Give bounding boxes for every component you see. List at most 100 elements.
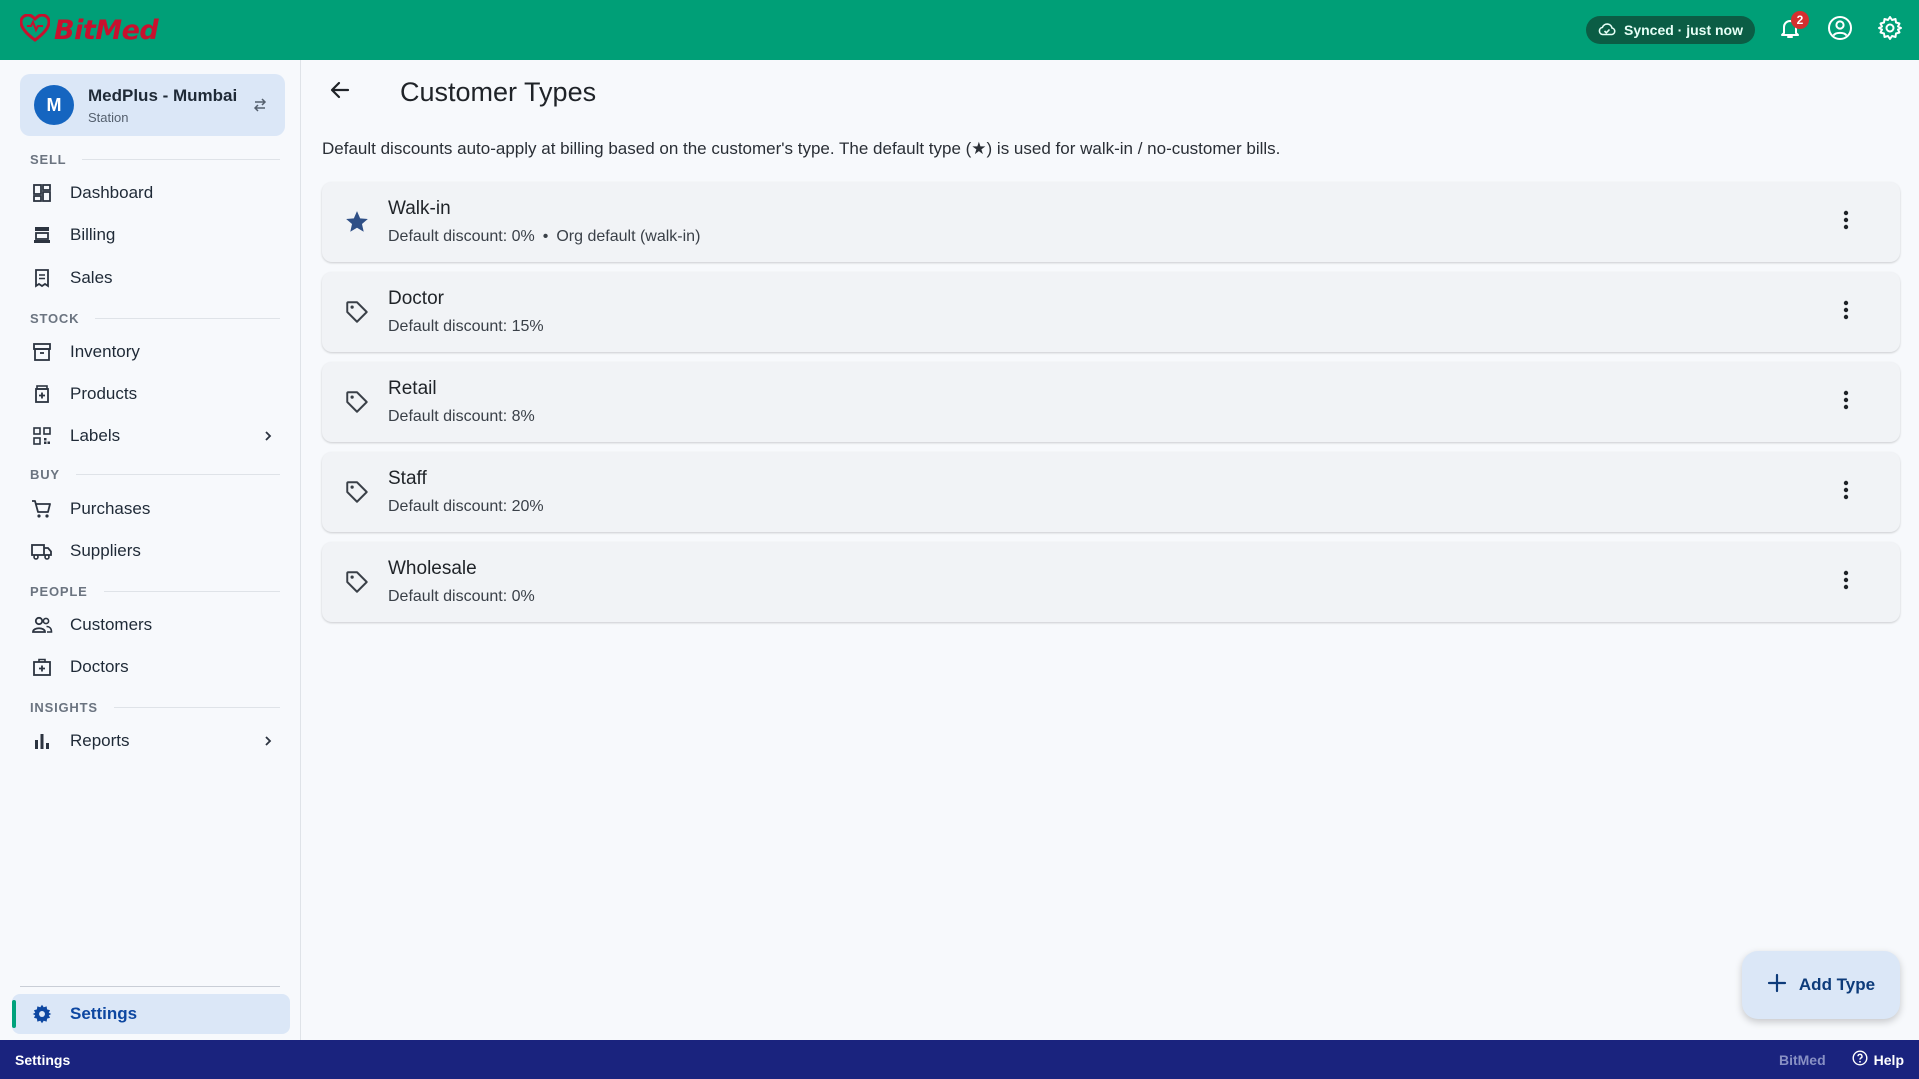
more-vertical-icon [1843,210,1849,235]
customer-type-discount: Default discount: 15% [388,318,544,335]
app-brand-name: BitMed [54,14,159,46]
more-options-button[interactable] [1828,474,1864,510]
customer-type-row-staff[interactable]: Staff Default discount: 20% [322,452,1900,532]
gear-icon [1877,15,1903,46]
customer-type-name: Doctor [388,288,444,309]
sidebar-item-label: Customers [70,615,153,634]
sidebar-item-purchases[interactable]: Purchases [20,490,290,528]
customer-type-row-walk-in[interactable]: Walk-in Default discount: 0% • Org default… [322,182,1900,262]
station-subtitle: Station [88,109,129,125]
account-button[interactable] [1825,15,1855,45]
notifications-button[interactable]: 2 [1775,11,1809,45]
sidebar-item-label: Purchases [70,499,151,518]
back-button[interactable] [322,74,358,110]
section-label-sell: SELL [30,152,280,167]
sidebar-item-reports[interactable]: Reports [20,722,290,760]
customer-type-row-wholesale[interactable]: Wholesale Default discount: 0% [322,542,1900,622]
chevron-right-icon [258,426,278,446]
sidebar-item-label: Settings [70,1004,138,1023]
notification-count-badge: 2 [1791,11,1809,29]
cart-icon [30,497,54,521]
truck-icon [30,539,54,563]
more-options-button[interactable] [1828,294,1864,330]
bar-chart-icon [30,729,54,753]
sidebar-item-label: Reports [70,731,130,750]
tag-icon [342,477,372,507]
more-vertical-icon [1843,480,1849,505]
dashboard-icon [30,181,54,205]
sidebar-item-labels[interactable]: Labels [20,417,290,455]
sidebar-divider [20,986,280,987]
top-app-bar: BitMed Synced · just now 2 [0,0,1919,60]
chevron-right-icon [258,731,278,751]
arrow-left-icon [328,78,352,107]
sidebar-item-suppliers[interactable]: Suppliers [20,532,290,570]
swap-icon[interactable] [249,94,271,116]
sidebar-item-label: Billing [70,225,116,244]
page-description: Default discounts auto-apply at billing … [322,139,1281,158]
help-link[interactable]: Help [1852,1050,1904,1069]
customer-type-discount: Default discount: 0% [388,228,535,245]
customer-type-row-doctor[interactable]: Doctor Default discount: 15% [322,272,1900,352]
sidebar-item-label: Products [70,384,138,403]
status-bar: Settings BitMed Help [0,1040,1919,1079]
sidebar-item-label: Sales [70,268,113,287]
sync-status-text: Synced · just now [1623,22,1743,38]
add-type-label: Add Type [1798,975,1876,994]
status-bar-section: Settings [15,1051,71,1068]
sync-status-chip[interactable]: Synced · just now [1585,16,1755,44]
sidebar-item-label: Labels [70,426,121,445]
sidebar-item-label: Dashboard [70,183,154,202]
sidebar-item-customers[interactable]: Customers [20,606,290,644]
default-type-note: Org default (walk-in) [556,228,701,245]
more-options-button[interactable] [1828,204,1864,240]
station-avatar: M [34,85,74,125]
sidebar-item-label: Suppliers [70,541,141,560]
sidebar-item-products[interactable]: Products [20,375,290,413]
customer-type-discount: Default discount: 8% [388,408,535,425]
section-label-people: PEOPLE [30,584,280,599]
sidebar-item-sales[interactable]: Sales [20,259,290,297]
people-icon [30,613,54,637]
sidebar-item-dashboard[interactable]: Dashboard [20,174,290,212]
customer-type-name: Walk-in [388,198,451,219]
sidebar: M MedPlus - Mumbai Station SELL Dashboar… [0,60,301,1040]
account-circle-icon [1827,15,1853,46]
customer-type-discount: Default discount: 0% [388,588,535,605]
cloud-check-icon [1598,22,1616,39]
more-vertical-icon [1843,390,1849,415]
help-circle-icon [1852,1050,1868,1069]
tag-icon [342,567,372,597]
sidebar-item-doctors[interactable]: Doctors [20,648,290,686]
sidebar-item-inventory[interactable]: Inventory [20,333,290,371]
heart-logo-icon [19,12,51,47]
customer-type-name: Retail [388,378,437,399]
customer-type-list: Walk-in Default discount: 0% • Org default… [322,182,1900,632]
customer-type-discount: Default discount: 20% [388,498,544,515]
gear-icon [30,1002,54,1026]
section-label-stock: STOCK [30,311,280,326]
more-options-button[interactable] [1828,384,1864,420]
sidebar-item-settings[interactable]: Settings [12,994,290,1034]
sidebar-item-label: Doctors [70,657,129,676]
customer-type-name: Staff [388,468,427,489]
main-content: Customer Types Default discounts auto-ap… [302,60,1919,1040]
separator-dot: • [542,228,549,245]
inventory-box-icon [30,340,54,364]
cash-register-icon [30,223,54,247]
settings-button[interactable] [1875,15,1905,45]
station-name: MedPlus - Mumbai [88,85,238,105]
tag-icon [342,387,372,417]
customer-type-name: Wholesale [388,558,477,579]
section-label-buy: BUY [30,467,280,482]
more-vertical-icon [1843,570,1849,595]
star-icon [342,207,372,237]
section-label-insights: INSIGHTS [30,700,280,715]
tag-icon [342,297,372,327]
station-switcher[interactable]: M MedPlus - Mumbai Station [20,74,285,136]
more-options-button[interactable] [1828,564,1864,600]
customer-type-row-retail[interactable]: Retail Default discount: 8% [322,362,1900,442]
add-type-button[interactable]: Add Type [1742,951,1900,1019]
sidebar-item-billing[interactable]: Billing [20,216,290,254]
app-logo[interactable]: BitMed [19,12,159,47]
